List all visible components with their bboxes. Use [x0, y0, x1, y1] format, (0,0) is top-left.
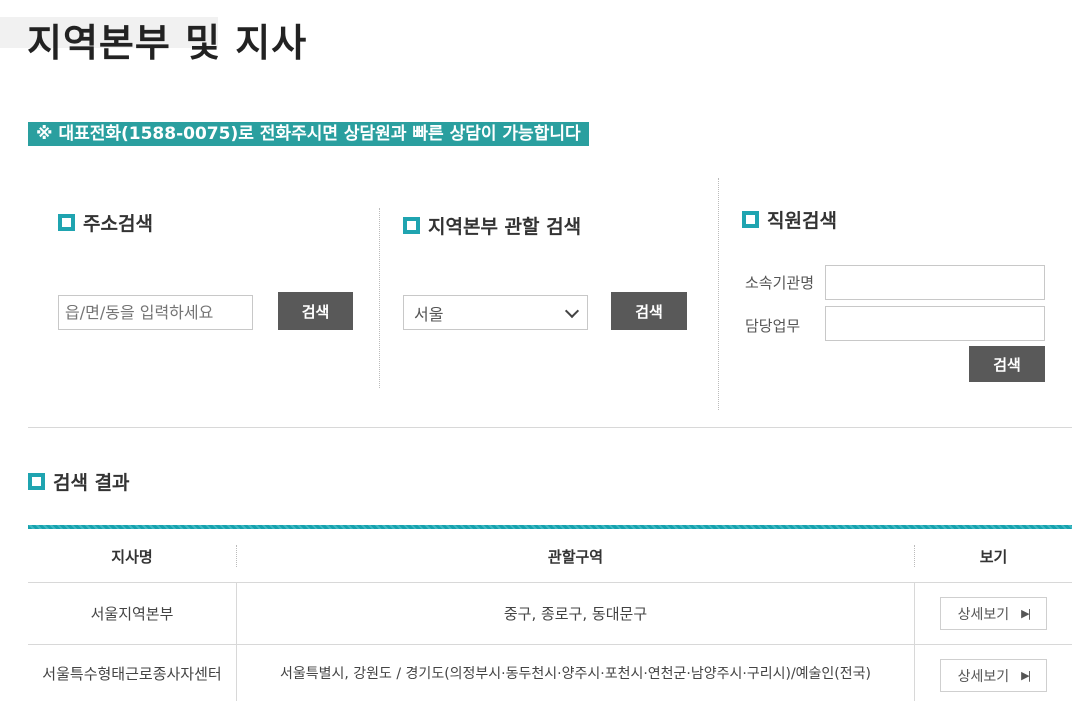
- results-title: 검색 결과: [53, 472, 130, 494]
- region-select-value: 서울: [414, 304, 444, 324]
- staff-search-title: 직원검색: [767, 210, 837, 232]
- divider: [379, 208, 380, 388]
- staff-search-button-label: 검색: [993, 355, 1021, 374]
- column-header-area: 관할구역: [547, 547, 604, 566]
- duty-label: 담당업무: [745, 317, 801, 335]
- square-bullet-icon: [28, 473, 45, 490]
- section-separator: [28, 427, 1072, 428]
- table-row-area: 중구, 종로구, 동대문구: [503, 605, 648, 623]
- detail-button[interactable]: 상세보기 ▶|: [940, 659, 1047, 692]
- chevron-down-icon: [564, 303, 580, 318]
- phone-notice-banner: ※ 대표전화(1588-0075)로 전화주시면 상담원과 빠른 상담이 가능합…: [28, 122, 589, 146]
- staff-search-button[interactable]: 검색: [969, 346, 1045, 382]
- org-name-input[interactable]: [825, 265, 1045, 300]
- square-bullet-icon: [742, 211, 759, 228]
- column-header-branch: 지사명: [111, 547, 153, 566]
- duty-input[interactable]: [825, 306, 1045, 341]
- address-search-title: 주소검색: [83, 213, 153, 235]
- address-search-input[interactable]: [58, 295, 253, 330]
- table-row-area: 서울특별시, 강원도 / 경기도(의정부시·동두천시·양주시·포천시·연천군·남…: [280, 666, 871, 682]
- play-icon: ▶|: [1021, 607, 1031, 620]
- region-search-title: 지역본부 관할 검색: [428, 216, 582, 238]
- region-search-button[interactable]: 검색: [611, 292, 687, 330]
- cell-divider: [914, 645, 915, 701]
- detail-button-label: 상세보기: [957, 606, 1010, 623]
- region-select[interactable]: 서울: [403, 295, 588, 330]
- staff-search-heading: 직원검색: [742, 206, 837, 233]
- table-row-name: 서울지역본부: [90, 605, 174, 623]
- org-name-label: 소속기관명: [745, 274, 815, 292]
- table-row-name: 서울특수형태근로종사자센터: [42, 664, 222, 683]
- square-bullet-icon: [403, 217, 420, 234]
- detail-button[interactable]: 상세보기 ▶|: [940, 597, 1047, 630]
- address-search-button-label: 검색: [301, 302, 330, 321]
- detail-button-label: 상세보기: [957, 668, 1010, 685]
- divider: [718, 178, 719, 410]
- square-bullet-icon: [58, 214, 75, 231]
- page-title: 지역본부 및 지사: [27, 21, 308, 65]
- table-top-border: [28, 525, 1072, 529]
- column-header-view: 보기: [979, 547, 1008, 566]
- cell-divider: [914, 583, 915, 644]
- region-search-button-label: 검색: [635, 302, 663, 321]
- address-search-button[interactable]: 검색: [278, 292, 353, 330]
- results-heading: 검색 결과: [28, 468, 130, 495]
- address-search-heading: 주소검색: [58, 209, 153, 236]
- region-search-heading: 지역본부 관할 검색: [403, 212, 581, 239]
- play-icon: ▶|: [1021, 669, 1031, 682]
